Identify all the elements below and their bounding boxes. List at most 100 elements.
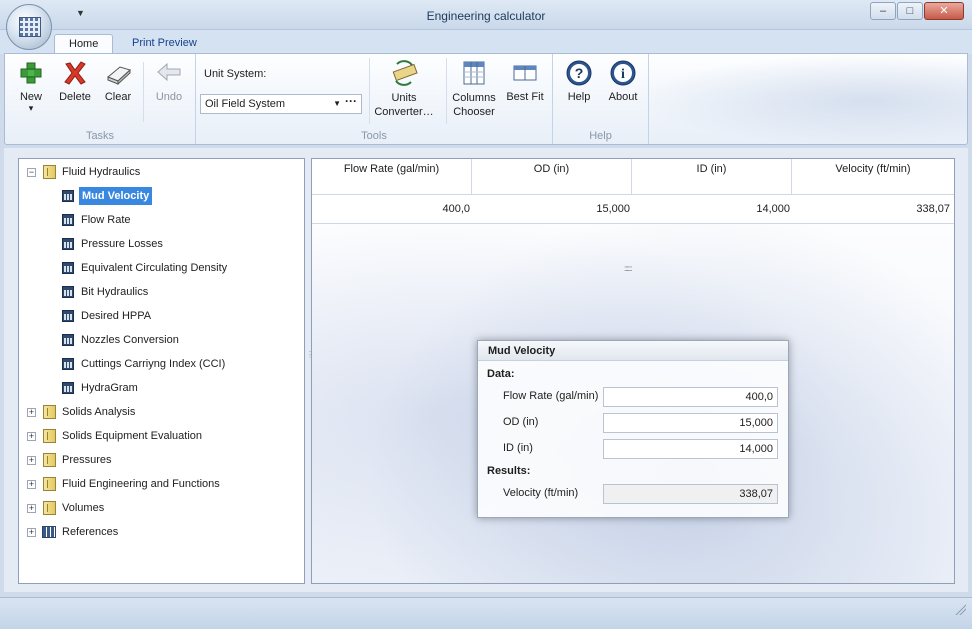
velocity-output: 338,07 (603, 484, 778, 504)
tree-item-label: Solids Equipment Evaluation (62, 430, 203, 442)
tree-item[interactable]: Desired HPPA (19, 306, 304, 326)
best-fit-icon (511, 60, 539, 86)
mud-velocity-panel: Mud Velocity Data: Flow Rate (gal/min) 4… (477, 340, 789, 518)
tree-group[interactable]: + References (19, 522, 304, 542)
tab-home[interactable]: Home (54, 34, 114, 54)
velocity-label: Velocity (ft/min) (503, 487, 579, 499)
results-section-label: Results: (487, 465, 531, 477)
unit-system-select[interactable]: Oil Field System ▼ ··· (200, 94, 362, 114)
new-button-label: New (19, 91, 42, 103)
delete-x-icon (61, 60, 89, 86)
tree-item-label: Flow Rate (81, 214, 131, 226)
expand-icon[interactable]: + (27, 432, 36, 441)
ellipsis-button[interactable]: ··· (345, 92, 357, 110)
delete-button[interactable]: Delete (55, 60, 95, 103)
close-button[interactable]: ✕ (924, 2, 964, 20)
id-label: ID (in) (503, 442, 533, 454)
calculator-content: Flow Rate (gal/min) OD (in) ID (in) Velo… (311, 158, 955, 584)
tree-item[interactable]: Equivalent Circulating Density (19, 258, 304, 278)
minimize-button[interactable]: – (870, 2, 896, 20)
expand-icon[interactable]: + (27, 408, 36, 417)
tree-item[interactable]: Nozzles Conversion (19, 330, 304, 350)
tree-item-label: Desired HPPA (81, 310, 152, 322)
splitter-handle[interactable]: ⋮ (306, 351, 314, 369)
expand-icon[interactable]: + (27, 456, 36, 465)
grid-header-od[interactable]: OD (in) (472, 159, 632, 195)
tree-item[interactable]: Mud Velocity (19, 186, 304, 206)
window-controls: – □ ✕ (869, 2, 964, 20)
od-input[interactable]: 15,000 (603, 413, 778, 433)
window-title: Engineering calculator (426, 9, 546, 23)
best-fit-button[interactable]: Best Fit (502, 60, 548, 103)
tree-group[interactable]: + Fluid Engineering and Functions (19, 474, 304, 494)
tools-separator-2 (446, 58, 447, 124)
tree-item[interactable]: Cuttings Carriyng Index (CCI) (19, 354, 304, 374)
tree-item[interactable]: HydraGram (19, 378, 304, 398)
units-converter-label-line1: Units (391, 92, 417, 104)
folder-icon (43, 405, 56, 419)
grid-cell-velocity[interactable]: 338,07 (792, 195, 952, 224)
calculator-icon (62, 358, 74, 370)
id-input[interactable]: 14,000 (603, 439, 778, 459)
clear-button[interactable]: Clear (101, 60, 135, 103)
help-button[interactable]: ? Help (559, 60, 599, 103)
group-tools: Unit System: Oil Field System ▼ ··· Unit… (196, 54, 553, 144)
folder-icon (43, 501, 56, 515)
about-button-label: About (608, 91, 638, 103)
status-bar (0, 597, 972, 629)
tree-item[interactable]: Bit Hydraulics (19, 282, 304, 302)
title-bar: ▼ Engineering calculator – □ ✕ (0, 0, 972, 30)
grid-header-id[interactable]: ID (in) (632, 159, 792, 195)
tree-group[interactable]: + Solids Equipment Evaluation (19, 426, 304, 446)
maximize-button[interactable]: □ (897, 2, 923, 20)
expand-icon[interactable]: + (27, 504, 36, 513)
flow-rate-label: Flow Rate (gal/min) (503, 390, 599, 402)
tree-item-label: References (62, 526, 119, 538)
group-tasks: New ▾ Delete Clear Undo Tasks (5, 54, 196, 144)
group-label-tools: Tools (361, 130, 387, 142)
group-help: ? Help i About Help (553, 54, 649, 144)
main-area: − Fluid Hydraulics Mud Velocity Flow Rate Pr… (4, 148, 968, 592)
tree-group[interactable]: − Fluid Hydraulics (19, 162, 304, 182)
calculator-icon (62, 310, 74, 322)
expand-icon[interactable]: + (27, 480, 36, 489)
calculator-icon (62, 238, 74, 250)
question-glyph: ? (575, 65, 584, 81)
new-button[interactable]: New ▾ (13, 60, 49, 113)
ribbon: New ▾ Delete Clear Undo Tasks Unit Syste… (4, 53, 968, 145)
resize-grip-icon[interactable] (954, 603, 966, 615)
units-converter-label-line2: Converter… (374, 106, 434, 118)
calculator-icon (62, 262, 74, 274)
grid-cell-flow-rate[interactable]: 400,0 (312, 195, 472, 224)
eraser-icon (104, 60, 132, 86)
unit-system-value: Oil Field System (205, 98, 286, 110)
grid-cell-id[interactable]: 14,000 (632, 195, 792, 224)
tree-group[interactable]: + Solids Analysis (19, 402, 304, 422)
tree-item[interactable]: Flow Rate (19, 210, 304, 230)
tree-item-label: Pressure Losses (81, 238, 163, 250)
navigation-tree: − Fluid Hydraulics Mud Velocity Flow Rate Pr… (18, 158, 305, 584)
grid-cell-od[interactable]: 15,000 (472, 195, 632, 224)
chevron-down-icon[interactable]: ▼ (333, 95, 341, 113)
flow-rate-input[interactable]: 400,0 (603, 387, 778, 407)
units-converter-button[interactable]: Units Converter… (370, 60, 438, 119)
about-button[interactable]: i About (603, 60, 643, 103)
grid-header-flow-rate[interactable]: Flow Rate (gal/min) (312, 159, 472, 195)
tab-print-preview[interactable]: Print Preview (118, 34, 211, 54)
calculator-icon (62, 382, 74, 394)
tree-item-label: Fluid Hydraulics (62, 166, 141, 178)
folder-icon (43, 165, 56, 179)
columns-chooser-button[interactable]: Columns Chooser (448, 60, 500, 119)
new-dropdown-arrow[interactable]: ▾ (13, 103, 49, 113)
tree-group[interactable]: + Pressures (19, 450, 304, 470)
tree-group[interactable]: + Volumes (19, 498, 304, 518)
collapse-icon[interactable]: − (27, 168, 36, 177)
application-menu-button[interactable] (6, 4, 52, 50)
tree-item[interactable]: Pressure Losses (19, 234, 304, 254)
tree-item-label: Nozzles Conversion (81, 334, 179, 346)
grid-header-velocity[interactable]: Velocity (ft/min) (792, 159, 954, 195)
expand-icon[interactable]: + (27, 528, 36, 537)
resize-grip-dots[interactable]: :::::: (624, 264, 632, 273)
undo-button[interactable]: Undo (151, 60, 187, 103)
grid-value-row[interactable]: 400,0 15,000 14,000 338,07 (312, 195, 954, 224)
